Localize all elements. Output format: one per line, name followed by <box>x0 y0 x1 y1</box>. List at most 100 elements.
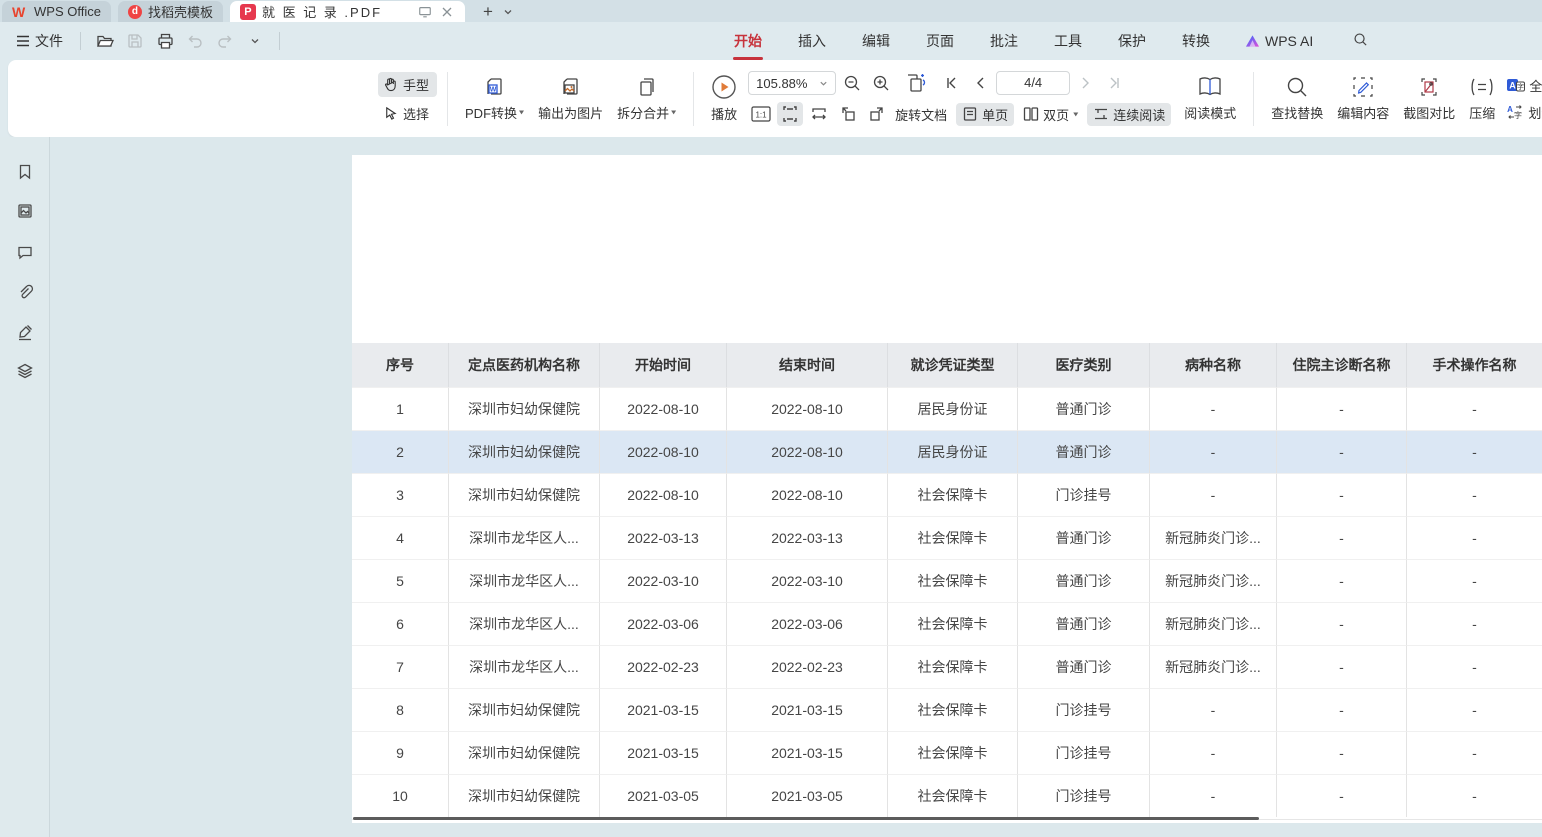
quickbar-more-chevron-icon[interactable] <box>242 28 268 54</box>
table-cell: 2022-02-23 <box>600 645 727 688</box>
table-row: 9深圳市妇幼保健院2021-03-152021-03-15社会保障卡门诊挂号--… <box>352 731 1542 774</box>
table-cell: 2022-08-10 <box>727 473 888 516</box>
menu-item[interactable]: 插入 <box>797 28 827 54</box>
single-page-button[interactable]: 单页 <box>956 103 1014 126</box>
table-cell: 2022-03-06 <box>600 602 727 645</box>
table-cell: 社会保障卡 <box>888 473 1018 516</box>
edit-content-button[interactable]: 编辑内容 <box>1330 71 1396 126</box>
screenshot-compare-button[interactable]: 截图对比 <box>1396 71 1462 126</box>
menu-item[interactable]: 编辑 <box>861 28 891 54</box>
table-cell: 9 <box>352 731 449 774</box>
layers-panel-button[interactable] <box>13 359 37 383</box>
sign-panel-button[interactable] <box>13 320 37 344</box>
redo-button[interactable] <box>212 28 238 54</box>
play-button[interactable]: 播放 <box>704 70 744 127</box>
medical-records-table: 序号定点医药机构名称开始时间结束时间就诊凭证类型医疗类别病种名称住院主诊断名称手… <box>352 343 1542 817</box>
table-cell: 2022-08-10 <box>600 430 727 473</box>
thumbnails-panel-button[interactable] <box>13 199 37 223</box>
document-title: 就 医 记 录 .PDF <box>262 2 411 21</box>
table-header-cell: 住院主诊断名称 <box>1277 343 1407 387</box>
menu-item[interactable]: 批注 <box>989 28 1019 54</box>
menu-item[interactable]: 转换 <box>1181 28 1211 54</box>
zoom-out-button[interactable] <box>839 71 865 95</box>
export-image-button[interactable]: 输出为图片 <box>531 71 610 126</box>
rotate-right-button[interactable] <box>864 102 890 126</box>
compress-button[interactable]: 压缩 <box>1462 71 1502 126</box>
comments-panel-button[interactable] <box>13 240 37 264</box>
divider <box>693 72 694 126</box>
tab-document-active[interactable]: P 就 医 记 录 .PDF <box>230 1 465 22</box>
undo-button[interactable] <box>182 28 208 54</box>
fit-width-button[interactable] <box>806 102 832 126</box>
table-cell: - <box>1407 473 1542 516</box>
first-page-button[interactable] <box>938 71 964 95</box>
table-cell: 新冠肺炎门诊... <box>1150 645 1277 688</box>
table-cell: - <box>1150 731 1277 774</box>
table-cell: - <box>1277 645 1407 688</box>
svg-text:1:1: 1:1 <box>756 111 768 120</box>
replace-pages-button[interactable] <box>897 71 935 95</box>
tab-wps-office[interactable]: W WPS Office <box>2 1 111 22</box>
bookmarks-panel-button[interactable] <box>13 160 37 184</box>
table-cell: - <box>1150 430 1277 473</box>
table-cell: 2022-03-10 <box>727 559 888 602</box>
table-cell: 社会保障卡 <box>888 602 1018 645</box>
select-tool-button[interactable]: 选择 <box>378 101 437 126</box>
rotate-doc-label[interactable]: 旋转文档 <box>895 105 947 124</box>
hand-tool-button[interactable]: 手型 <box>378 72 437 97</box>
table-cell: 2022-08-10 <box>600 387 727 430</box>
bookmark-icon <box>16 163 34 181</box>
table-cell: 2021-03-15 <box>727 688 888 731</box>
pdf-page: 序号定点医药机构名称开始时间结束时间就诊凭证类型医疗类别病种名称住院主诊断名称手… <box>352 155 1542 823</box>
actual-size-button[interactable]: 1:1 <box>748 102 774 126</box>
fit-page-icon <box>781 105 799 123</box>
continuous-read-button[interactable]: 连续阅读 <box>1087 103 1171 126</box>
pdf-convert-button[interactable]: W PDF转换▾ <box>458 71 531 126</box>
menu-item[interactable]: 页面 <box>925 28 955 54</box>
full-translate-button[interactable]: A字 全文翻译 <box>1506 76 1542 95</box>
menu-search-button[interactable] <box>1353 32 1368 50</box>
table-cell: 2022-03-13 <box>727 516 888 559</box>
menu-item[interactable]: 工具 <box>1053 28 1083 54</box>
tab-list-chevron-icon[interactable] <box>503 4 513 22</box>
rotate-left-button[interactable] <box>835 102 861 126</box>
comment-icon <box>16 243 34 261</box>
menu-item[interactable]: 开始 <box>733 28 763 54</box>
next-page-button[interactable] <box>1073 71 1099 95</box>
last-page-button[interactable] <box>1102 71 1128 95</box>
pdf-convert-icon: W <box>483 75 507 99</box>
table-cell: 2022-02-23 <box>727 645 888 688</box>
fit-page-button[interactable] <box>777 102 803 126</box>
table-cell: - <box>1150 774 1277 817</box>
menu-item[interactable]: 保护 <box>1117 28 1147 54</box>
export-image-icon <box>559 75 583 99</box>
find-replace-button[interactable]: 查找替换 <box>1264 71 1330 126</box>
read-mode-button[interactable]: 阅读模式 <box>1177 71 1243 126</box>
table-cell: 普通门诊 <box>1018 387 1150 430</box>
tab-docer-templates[interactable]: d 找稻壳模板 <box>118 1 223 22</box>
hamburger-icon <box>16 35 30 47</box>
split-merge-button[interactable]: 拆分合并▾ <box>610 71 683 126</box>
file-menu-button[interactable]: 文件 <box>10 27 69 55</box>
close-tab-icon[interactable] <box>439 4 455 20</box>
table-header-cell: 就诊凭证类型 <box>888 343 1018 387</box>
table-cell: 社会保障卡 <box>888 688 1018 731</box>
page-number-input[interactable]: 4/4 <box>996 71 1070 95</box>
attachments-panel-button[interactable] <box>13 280 37 304</box>
zoom-level-select[interactable]: 105.88% <box>748 71 836 95</box>
wps-ai-button[interactable]: WPS AI <box>1245 33 1313 49</box>
zoom-in-button[interactable] <box>868 71 894 95</box>
save-button[interactable] <box>122 28 148 54</box>
table-cell: 2022-03-10 <box>600 559 727 602</box>
cursor-icon <box>383 106 398 121</box>
print-button[interactable] <box>152 28 178 54</box>
table-cell: 深圳市龙华区人... <box>449 559 600 602</box>
monitor-icon[interactable] <box>417 4 433 20</box>
horizontal-scrollbar-thumb[interactable] <box>353 817 1259 820</box>
pointer-tools-group: 手型 选择 <box>378 72 437 126</box>
open-file-button[interactable] <box>92 28 118 54</box>
word-translate-button[interactable]: A字 划词翻译 ▾ <box>1506 103 1542 122</box>
previous-page-button[interactable] <box>967 71 993 95</box>
double-page-button[interactable]: 双页 ▾ <box>1017 103 1084 126</box>
new-tab-button[interactable]: + <box>477 2 499 22</box>
